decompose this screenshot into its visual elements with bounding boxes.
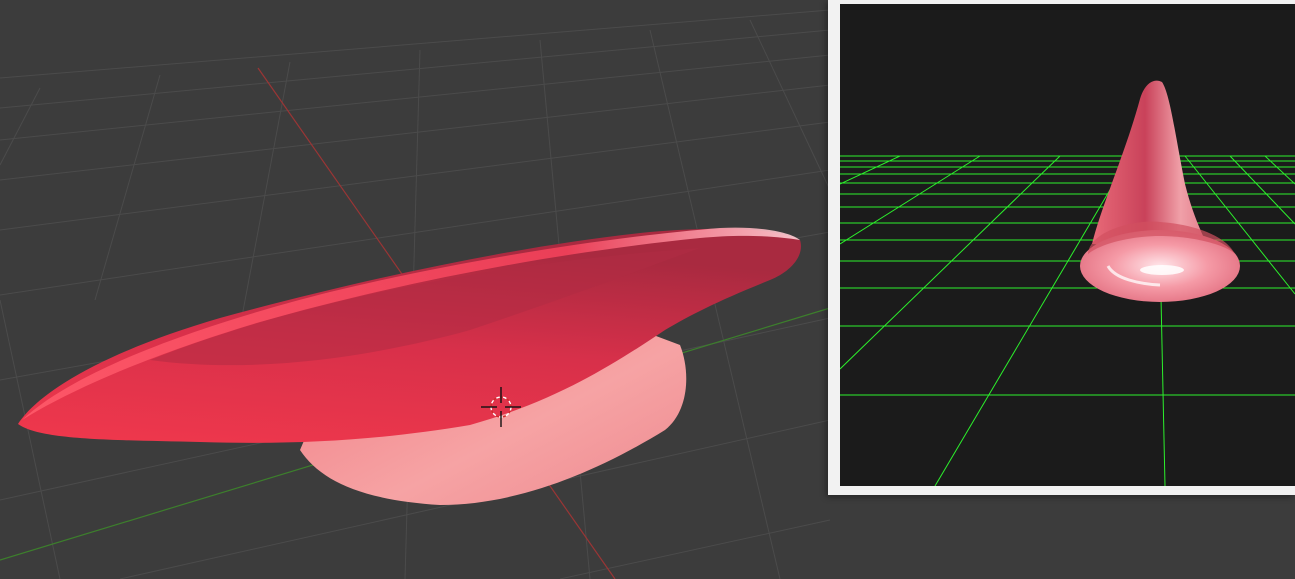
- mesh-object[interactable]: [18, 227, 801, 505]
- preview-mesh: [1080, 80, 1240, 302]
- render-preview-canvas[interactable]: [840, 4, 1295, 486]
- preview-floor-grid: [840, 155, 1295, 486]
- preview-scene: [840, 80, 1295, 486]
- render-preview-window[interactable]: [828, 0, 1295, 495]
